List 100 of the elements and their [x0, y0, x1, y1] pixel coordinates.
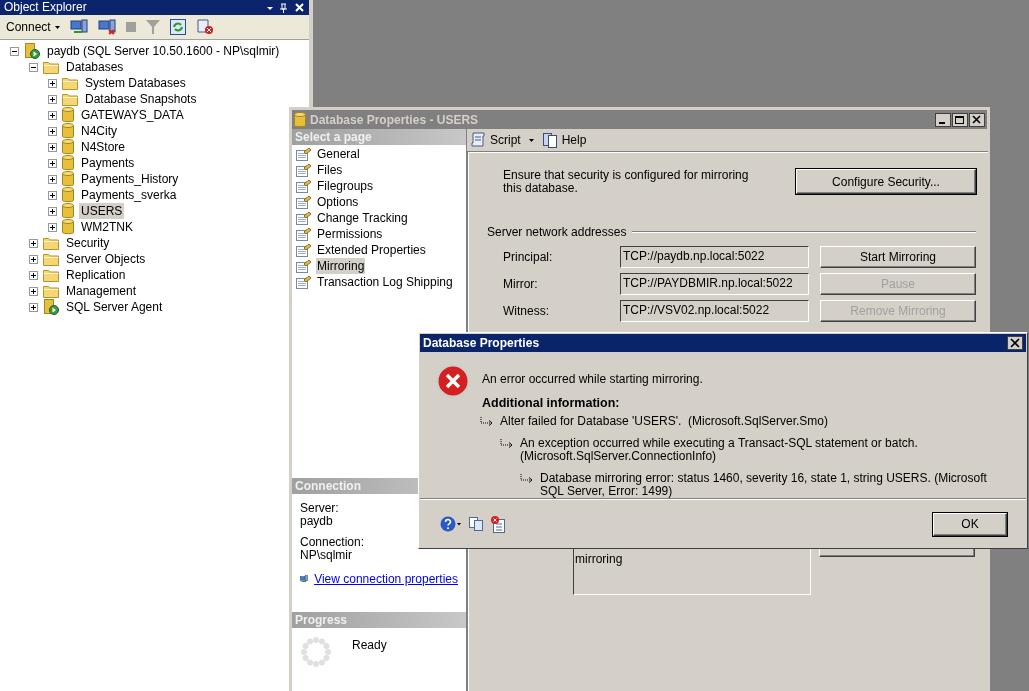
expand-icon[interactable] — [48, 126, 57, 136]
page-item[interactable]: Transaction Log Shipping — [316, 274, 454, 290]
additional-info-heading: Additional information: — [482, 395, 621, 412]
tree-item[interactable]: Security — [64, 235, 112, 251]
tree-item[interactable]: Replication — [64, 267, 128, 283]
expand-icon[interactable] — [48, 190, 57, 200]
page-icon — [296, 195, 312, 209]
caret-icon[interactable] — [528, 138, 534, 142]
error-detail: An exception occurred while executing a Transact-SQL statement or batch. (Microsoft.SqlServer.ConnectionInfo) — [520, 436, 919, 463]
expand-icon[interactable] — [48, 222, 57, 232]
close-icon[interactable] — [1007, 336, 1023, 350]
panel-controls-icon[interactable] — [265, 2, 305, 13]
tree-item[interactable]: N4Store — [79, 139, 128, 155]
page-item[interactable]: Permissions — [316, 226, 384, 242]
tree-item[interactable]: Payments_History — [79, 171, 181, 187]
database-icon — [62, 139, 74, 155]
connection-properties-link[interactable]: View connection properties — [314, 570, 458, 588]
connect-server-icon[interactable] — [69, 19, 88, 35]
expand-icon[interactable] — [29, 238, 38, 248]
script-icon — [470, 132, 486, 148]
panel-title: Object Explorer — [4, 0, 87, 15]
database-icon — [62, 107, 74, 123]
help-button[interactable]: Help — [561, 132, 587, 148]
tree-item[interactable]: Payments_sverka — [79, 187, 179, 203]
database-icon — [62, 171, 74, 187]
tree-item[interactable]: Database Snapshots — [83, 91, 199, 107]
page-icon — [296, 147, 312, 161]
progress-spinner-icon — [300, 636, 332, 668]
page-item[interactable]: Filegroups — [316, 178, 375, 194]
tree-item[interactable]: System Databases — [83, 75, 188, 91]
connection-value: paydb — [300, 515, 333, 528]
ok-button[interactable]: OK — [933, 512, 1007, 536]
page-item[interactable]: Change Tracking — [316, 210, 409, 226]
expand-icon[interactable] — [29, 254, 38, 264]
expand-icon[interactable] — [29, 286, 38, 296]
collapse-icon[interactable] — [10, 46, 19, 56]
script-delete-icon[interactable] — [195, 19, 214, 35]
error-detail: Database mirroring error: status 1460, severity 16, state 1, string USERS. (Microsoft SQL Server, Error: 1499) — [540, 471, 988, 498]
copy-icon[interactable] — [468, 516, 484, 533]
expand-icon[interactable] — [48, 206, 57, 216]
page-item[interactable]: Options — [316, 194, 360, 210]
connection-value: NP\sqlmir — [300, 549, 352, 562]
tree-item[interactable]: Payments — [79, 155, 137, 171]
script-button[interactable]: Script — [490, 132, 521, 148]
technical-details-icon[interactable] — [490, 515, 506, 534]
tree-item[interactable]: Server Objects — [64, 251, 148, 267]
tree-item[interactable]: Databases — [64, 59, 126, 75]
page-item[interactable]: General — [316, 146, 361, 162]
folder-icon — [43, 60, 59, 74]
error-icon — [436, 364, 470, 398]
database-icon — [62, 219, 74, 235]
page-icon — [296, 275, 312, 289]
status-text: mirroring — [575, 552, 623, 566]
tree-item[interactable]: Management — [64, 283, 139, 299]
window-controls-icon[interactable] — [935, 112, 985, 127]
address-field[interactable]: TCP://paydb.np.local:5022 — [620, 246, 809, 268]
expand-icon[interactable] — [48, 142, 57, 152]
expand-icon[interactable] — [48, 158, 57, 168]
tree-item[interactable]: SQL Server Agent — [64, 299, 165, 315]
configure-security-button[interactable]: Configure Security... — [796, 169, 976, 194]
connection-label: Server: — [300, 502, 339, 515]
collapse-icon[interactable] — [29, 62, 38, 72]
branch-arrow-icon — [500, 438, 514, 449]
expand-icon[interactable] — [48, 174, 57, 184]
page-item[interactable]: Extended Properties — [316, 242, 427, 258]
disconnect-server-icon[interactable] — [97, 19, 116, 35]
progress-status: Ready — [352, 637, 387, 654]
error-message: An error occurred while starting mirroring. — [482, 371, 704, 388]
address-label: Principal: — [503, 249, 554, 266]
expand-icon[interactable] — [48, 94, 57, 104]
database-icon — [62, 155, 74, 171]
expand-icon[interactable] — [48, 78, 57, 88]
connect-button[interactable]: Connect — [6, 19, 60, 35]
expand-icon[interactable] — [29, 302, 38, 312]
database-icon — [62, 187, 74, 203]
expand-icon[interactable] — [29, 270, 38, 280]
dialog-title: Database Properties — [423, 335, 540, 352]
page-icon — [296, 211, 312, 225]
page-item[interactable]: Mirroring — [316, 258, 366, 274]
tree-item[interactable]: N4City — [79, 123, 119, 139]
help-book-icon — [541, 132, 558, 148]
database-icon — [62, 123, 74, 139]
tree-item[interactable]: GATEWAYS_DATA — [79, 107, 186, 123]
caret-icon — [54, 25, 60, 29]
page-item[interactable]: Files — [316, 162, 344, 178]
expand-icon[interactable] — [48, 110, 57, 120]
page-icon — [296, 163, 312, 177]
group-heading: Server network addresses — [487, 224, 627, 241]
page-icon — [296, 259, 312, 273]
help-icon[interactable] — [440, 516, 462, 533]
mirroring-button[interactable]: Start Mirroring — [820, 246, 976, 268]
folder-icon — [62, 76, 78, 90]
agent-icon — [43, 299, 59, 315]
tree-item[interactable]: WM2TNK — [79, 219, 135, 235]
server-icon — [24, 43, 40, 59]
tree-item[interactable]: USERS — [79, 203, 125, 219]
refresh-icon[interactable] — [169, 19, 186, 35]
tree-item[interactable]: paydb (SQL Server 10.50.1600 - NP\sqlmir) — [45, 43, 282, 59]
security-note: Ensure that security is configured for mirroring this database. — [503, 169, 750, 195]
address-label: Mirror: — [503, 276, 539, 293]
